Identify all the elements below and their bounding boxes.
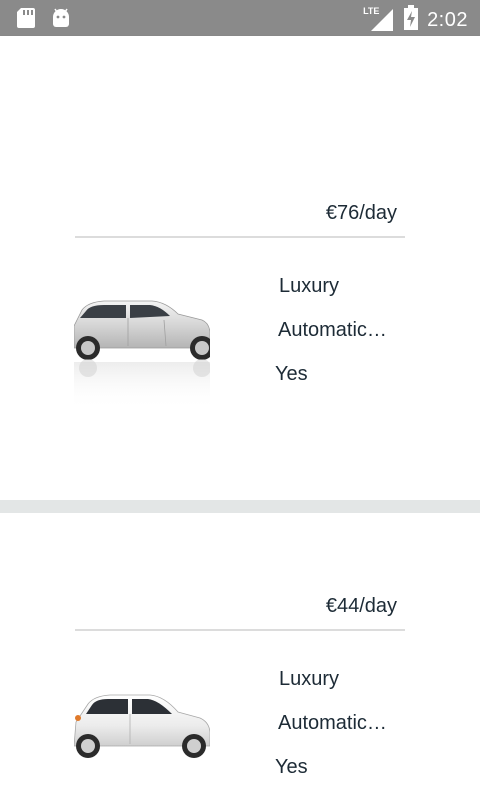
signal-icon: LTE	[363, 6, 395, 33]
car-ac: Yes	[275, 756, 308, 778]
sd-card-icon	[16, 7, 36, 33]
car-ac: Yes	[275, 363, 308, 385]
car-card[interactable]: €44/day Luxury Automatic… Yes	[0, 513, 480, 800]
silver-wagon-car-image	[73, 296, 214, 411]
car-transmission: Automatic…	[278, 712, 387, 734]
price-label: €76/day	[325, 202, 397, 224]
android-icon	[50, 7, 72, 33]
battery-charging-icon	[403, 5, 419, 35]
car-category: Luxury	[279, 668, 340, 690]
price-divider	[75, 236, 405, 238]
car-category: Luxury	[279, 275, 340, 297]
price-divider	[75, 629, 405, 631]
card-separator	[0, 500, 480, 513]
app-bar	[0, 36, 480, 120]
status-bar: LTE 2:02	[0, 0, 480, 36]
network-type-label: LTE	[363, 6, 380, 16]
white-hatchback-car-image	[73, 688, 211, 760]
status-time: 2:02	[427, 8, 468, 31]
car-card[interactable]: €76/day Luxury Automatic… Yes	[0, 120, 480, 500]
car-transmission: Automatic…	[278, 319, 387, 341]
price-label: €44/day	[325, 595, 397, 617]
